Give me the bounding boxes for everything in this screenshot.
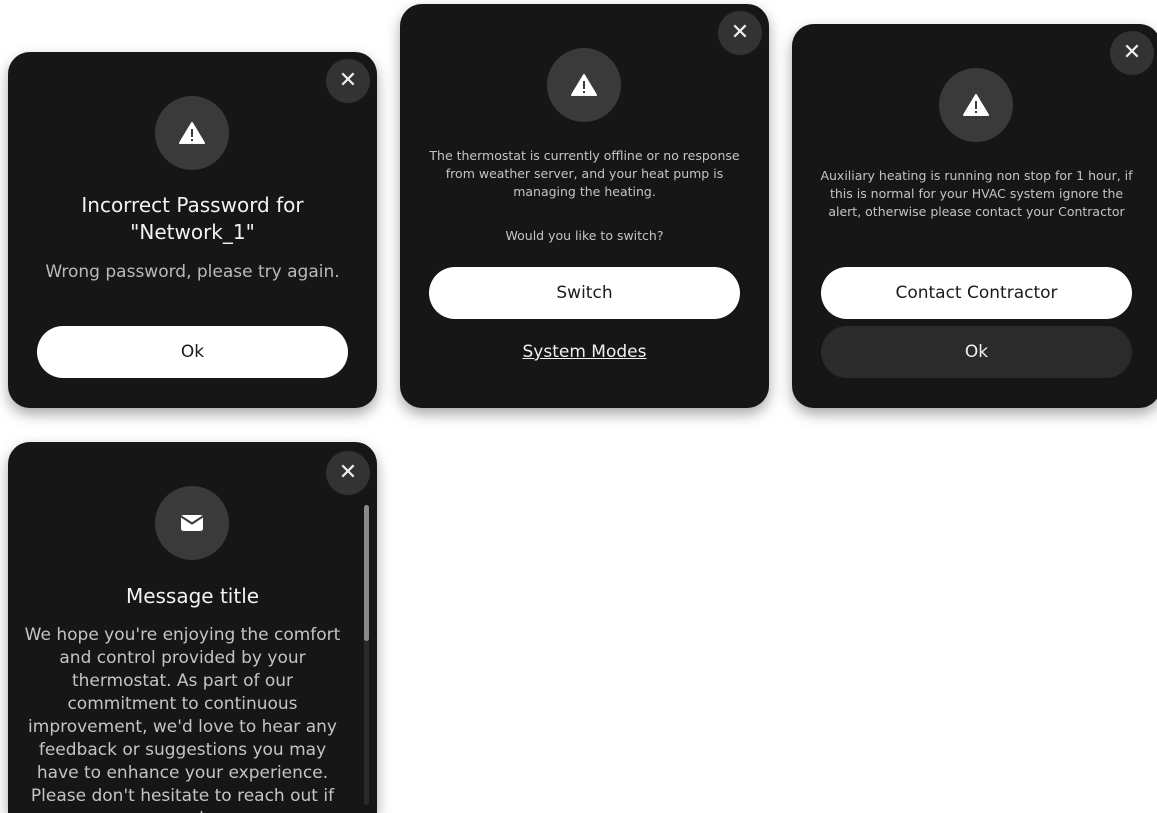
- envelope-icon: [181, 515, 203, 531]
- password-error-dialog: ✕ Incorrect Password for "Network_1" Wro…: [8, 52, 377, 408]
- ok-button[interactable]: Ok: [37, 326, 348, 378]
- warning-icon: [179, 122, 205, 144]
- envelope-badge: [155, 486, 229, 560]
- message-body: We hope you're enjoying the comfort and …: [24, 625, 341, 813]
- message-dialog: ✕ Message title We hope you're enjoying …: [8, 442, 377, 813]
- warning-icon: [571, 74, 597, 96]
- close-icon: ✕: [730, 20, 750, 45]
- close-button[interactable]: ✕: [718, 11, 762, 55]
- switch-button[interactable]: Switch: [429, 267, 740, 319]
- close-icon: ✕: [1122, 40, 1142, 65]
- close-button[interactable]: ✕: [1110, 31, 1154, 75]
- warning-badge: [939, 68, 1013, 142]
- close-button[interactable]: ✕: [326, 59, 370, 103]
- system-modes-link[interactable]: System Modes: [400, 342, 769, 362]
- message-title: Message title: [125, 584, 260, 608]
- dialog-question: Would you like to switch?: [505, 228, 664, 243]
- aux-heating-dialog: ✕ Auxiliary heating is running non stop …: [792, 24, 1157, 408]
- contact-contractor-button[interactable]: Contact Contractor: [821, 267, 1132, 319]
- thermostat-offline-dialog: ✕ The thermostat is currently offline or…: [400, 4, 769, 408]
- scrollbar-thumb[interactable]: [364, 505, 369, 641]
- scrollbar[interactable]: [364, 505, 369, 805]
- warning-badge: [547, 48, 621, 122]
- close-icon: ✕: [338, 460, 358, 485]
- dialog-message: Wrong password, please try again.: [45, 262, 340, 282]
- ok-button[interactable]: Ok: [821, 326, 1132, 378]
- dialog-message: The thermostat is currently offline or n…: [429, 148, 740, 199]
- warning-badge: [155, 96, 229, 170]
- close-icon: ✕: [338, 68, 358, 93]
- dialog-message: Auxiliary heating is running non stop fo…: [820, 168, 1133, 219]
- warning-icon: [963, 94, 989, 116]
- dialog-title: Incorrect Password for "Network_1": [81, 193, 304, 244]
- close-button[interactable]: ✕: [326, 451, 370, 495]
